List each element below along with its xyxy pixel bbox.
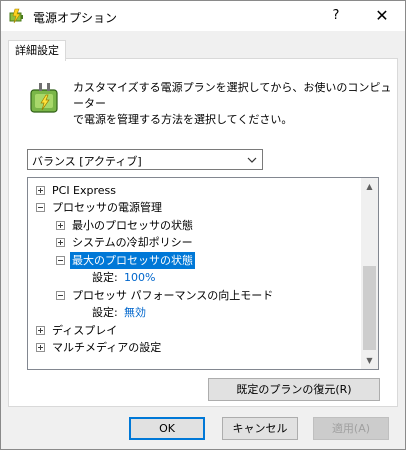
description-line-1: カスタマイズする電源プランを選択してから、お使いのコンピューター	[73, 81, 392, 110]
description-text: カスタマイズする電源プランを選択してから、お使いのコンピューター で電源を管理す…	[73, 80, 393, 128]
power-plan-dropdown[interactable]: バランス [アクティブ]	[27, 149, 263, 170]
tree-item-label: マルチメディアの設定	[52, 341, 162, 354]
apply-button[interactable]: 適用(A)	[313, 417, 389, 440]
window-title: 電源オプション	[33, 11, 118, 25]
scroll-up-arrow-icon[interactable]: ▲	[361, 178, 378, 195]
description-line-2: で電源を管理する方法を選択してください。	[73, 113, 293, 126]
setting-value[interactable]: 100%	[124, 269, 155, 286]
tree-item-label: 最小のプロセッサの状態	[72, 219, 193, 232]
expand-plus-icon[interactable]	[56, 221, 65, 230]
expand-plus-icon[interactable]	[36, 186, 45, 195]
tab-advanced-settings[interactable]: 詳細設定	[8, 40, 66, 61]
tree-item-display[interactable]: ディスプレイ	[28, 322, 362, 339]
settings-tree[interactable]: PCI Express プロセッサの電源管理 最小のプロセッサの状態 システムの…	[27, 177, 379, 370]
collapse-minus-icon[interactable]	[56, 256, 65, 265]
tree-item-label: ディスプレイ	[52, 324, 118, 337]
tree-item-max-processor-state[interactable]: 最大のプロセッサの状態	[28, 252, 362, 269]
power-options-app-icon	[9, 8, 23, 24]
tree-scrollbar[interactable]: ▲ ▼	[361, 178, 378, 369]
help-button[interactable]: ?	[313, 1, 359, 31]
tree-item-processor-power-management[interactable]: プロセッサの電源管理	[28, 199, 362, 216]
tree-setting-processor-boost-mode[interactable]: 設定: 無効	[28, 304, 362, 321]
tree-item-multimedia-settings[interactable]: マルチメディアの設定	[28, 339, 362, 356]
tree-item-pci-express[interactable]: PCI Express	[28, 182, 362, 199]
setting-label: 設定:	[92, 271, 118, 284]
restore-default-plan-button[interactable]: 既定のプランの復元(R)	[208, 378, 380, 401]
scroll-down-arrow-icon[interactable]: ▼	[361, 352, 378, 369]
power-options-dialog: 電源オプション ? ✕ 詳細設定 カスタマイズする電源プランを選択してから、お使…	[0, 0, 406, 450]
tree-item-label: プロセッサ パフォーマンスの向上モード	[72, 289, 274, 302]
title-bar: 電源オプション ? ✕	[1, 1, 405, 31]
power-plug-icon	[30, 83, 58, 113]
chevron-down-icon	[247, 157, 257, 163]
expand-plus-icon[interactable]	[36, 326, 45, 335]
tree-item-label: プロセッサの電源管理	[52, 201, 162, 214]
tree-item-system-cooling-policy[interactable]: システムの冷却ポリシー	[28, 234, 362, 251]
collapse-minus-icon[interactable]	[56, 291, 65, 300]
close-button[interactable]: ✕	[359, 1, 405, 31]
tree-item-min-processor-state[interactable]: 最小のプロセッサの状態	[28, 217, 362, 234]
setting-label: 設定:	[92, 306, 118, 319]
scrollbar-thumb[interactable]	[363, 266, 376, 350]
ok-button[interactable]: OK	[129, 417, 205, 440]
collapse-minus-icon[interactable]	[36, 203, 45, 212]
tree-item-label: システムの冷却ポリシー	[72, 236, 193, 249]
cancel-button[interactable]: キャンセル	[222, 417, 298, 440]
power-plan-dropdown-value: バランス [アクティブ]	[32, 155, 142, 168]
tree-item-label: PCI Express	[52, 184, 117, 197]
tab-strip: 詳細設定	[1, 31, 405, 61]
tree-setting-max-processor-state[interactable]: 設定: 100%	[28, 269, 362, 286]
expand-plus-icon[interactable]	[56, 238, 65, 247]
tree-item-label-selected: 最大のプロセッサの状態	[70, 252, 195, 269]
setting-value[interactable]: 無効	[124, 304, 146, 321]
expand-plus-icon[interactable]	[36, 343, 45, 352]
tree-item-processor-boost-mode[interactable]: プロセッサ パフォーマンスの向上モード	[28, 287, 362, 304]
